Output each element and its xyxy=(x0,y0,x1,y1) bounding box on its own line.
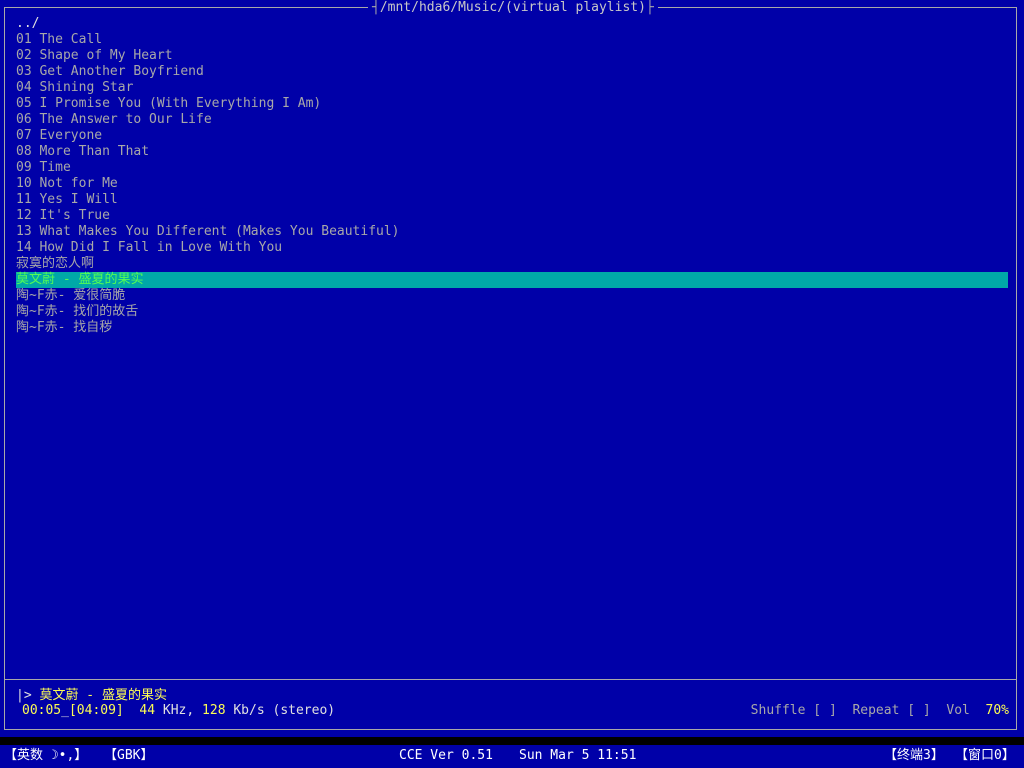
title-bar-right: ├ xyxy=(645,0,654,15)
playlist-item[interactable]: 04 Shining Star xyxy=(16,80,1008,96)
encoding-indicator[interactable]: 【GBK】 xyxy=(104,746,153,766)
playlist-item[interactable]: 06 The Answer to Our Life xyxy=(16,112,1008,128)
playlist-item[interactable]: 03 Get Another Boyfriend xyxy=(16,64,1008,80)
now-playing: |> 莫文蔚 - 盛夏的果实 xyxy=(16,687,167,704)
bitrate-unit: Kb/s xyxy=(233,703,265,718)
system-clock: Sun Mar 5 11:51 xyxy=(519,748,637,763)
input-method-indicator[interactable]: 【英数 ☽•,】 xyxy=(4,746,87,766)
playlist-item[interactable]: 08 More Than That xyxy=(16,144,1008,160)
screen-separator xyxy=(0,737,1024,745)
playlist-item[interactable]: 10 Not for Me xyxy=(16,176,1008,192)
playlist-item[interactable]: 05 I Promise You (With Everything I Am) xyxy=(16,96,1008,112)
playlist-item[interactable]: 07 Everyone xyxy=(16,128,1008,144)
cursor-mark: _ xyxy=(61,703,69,718)
title-bar-left: ┤ xyxy=(372,0,380,15)
playlist-item[interactable]: 13 What Makes You Different (Makes You B… xyxy=(16,224,1008,240)
cce-version: CCE Ver 0.51 xyxy=(399,748,493,763)
total-time: [04:09] xyxy=(68,703,124,718)
now-playing-title: 莫文蔚 - 盛夏的果实 xyxy=(39,688,167,703)
playlist-item[interactable]: 11 Yes I Will xyxy=(16,192,1008,208)
repeat-label[interactable]: Repeat xyxy=(852,703,899,718)
repeat-checkbox[interactable]: [ ] xyxy=(907,703,930,718)
playlist-item[interactable]: 01 The Call xyxy=(16,32,1008,48)
cce-status-bar: 【英数 ☽•,】 【GBK】 CCE Ver 0.51 Sun Mar 5 11… xyxy=(0,745,1024,768)
window-path: /mnt/hda6/Music/(virtual playlist) xyxy=(379,0,646,15)
playlist-item[interactable]: 14 How Did I Fall in Love With You xyxy=(16,240,1008,256)
playlist-item[interactable]: 陶~F赤- 找们的故舌 xyxy=(16,304,1008,320)
playlist[interactable]: ../ 01 The Call 02 Shape of My Heart 03 Ge… xyxy=(16,16,1008,336)
channel-mode: (stereo) xyxy=(272,703,336,718)
playback-info: 00:05_[04:09] 44 KHz, 128 Kb/s (stereo) xyxy=(22,703,335,719)
playlist-item[interactable]: 02 Shape of My Heart xyxy=(16,48,1008,64)
parent-directory[interactable]: ../ xyxy=(16,16,1008,32)
playlist-item[interactable]: 陶~F赤- 爱很简脆 xyxy=(16,288,1008,304)
playback-options: Shuffle [ ] Repeat [ ] Vol 70% xyxy=(751,703,1009,719)
playlist-item[interactable]: 陶~F赤- 找自秽 xyxy=(16,320,1008,336)
window-indicator[interactable]: 【窗口0】 xyxy=(955,746,1015,766)
playlist-item[interactable]: 莫文蔚 - 盛夏的果实 xyxy=(16,272,1008,288)
terminal-indicator[interactable]: 【终端3】 xyxy=(884,746,944,766)
sample-rate-unit: KHz, xyxy=(162,703,195,718)
shuffle-label[interactable]: Shuffle xyxy=(751,703,806,718)
play-state-icon: |> xyxy=(16,688,32,703)
sample-rate: 44 xyxy=(139,703,156,718)
volume-label: Vol xyxy=(946,703,970,718)
shuffle-checkbox[interactable]: [ ] xyxy=(813,703,836,718)
playlist-item[interactable]: 寂寞的恋人啊 xyxy=(16,256,1008,272)
bitrate: 128 xyxy=(202,703,226,718)
playlist-item[interactable]: 09 Time xyxy=(16,160,1008,176)
status-divider xyxy=(5,679,1016,680)
playlist-item[interactable]: 12 It's True xyxy=(16,208,1008,224)
window-title: ┤/mnt/hda6/Music/(virtual playlist)├ xyxy=(368,0,658,16)
elapsed-time: 00:05 xyxy=(22,703,62,718)
volume-value[interactable]: 70% xyxy=(986,703,1009,718)
